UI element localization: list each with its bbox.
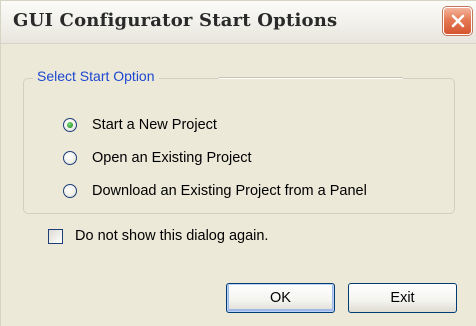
radio-start-new-project[interactable]: Start a New Project <box>63 114 217 136</box>
dont-show-again-checkbox[interactable] <box>48 228 63 244</box>
radio-open-existing-project[interactable]: Open an Existing Project <box>63 147 252 169</box>
ok-button[interactable]: OK <box>226 283 335 313</box>
title-bar[interactable]: GUI Configurator Start Options <box>1 1 476 44</box>
radio-label: Open an Existing Project <box>92 150 252 166</box>
close-icon <box>451 14 465 28</box>
radio-download-project-from-panel[interactable]: Download an Existing Project from a Pane… <box>63 180 367 202</box>
checkbox-label: Do not show this dialog again. <box>75 228 269 244</box>
radio-button[interactable] <box>63 151 77 165</box>
radio-label: Download an Existing Project from a Pane… <box>92 183 367 199</box>
radio-button[interactable] <box>63 184 77 198</box>
exit-button[interactable]: Exit <box>348 283 457 313</box>
radio-label: Start a New Project <box>92 117 217 133</box>
legend-divider <box>219 77 403 79</box>
start-options-dialog: GUI Configurator Start Options Select St… <box>0 0 476 326</box>
radio-button[interactable] <box>63 118 77 132</box>
window-title: GUI Configurator Start Options <box>13 10 338 31</box>
group-legend: Select Start Option <box>33 68 159 84</box>
dont-show-again-checkbox-row[interactable]: Do not show this dialog again. <box>48 225 268 247</box>
close-button[interactable] <box>443 7 472 35</box>
